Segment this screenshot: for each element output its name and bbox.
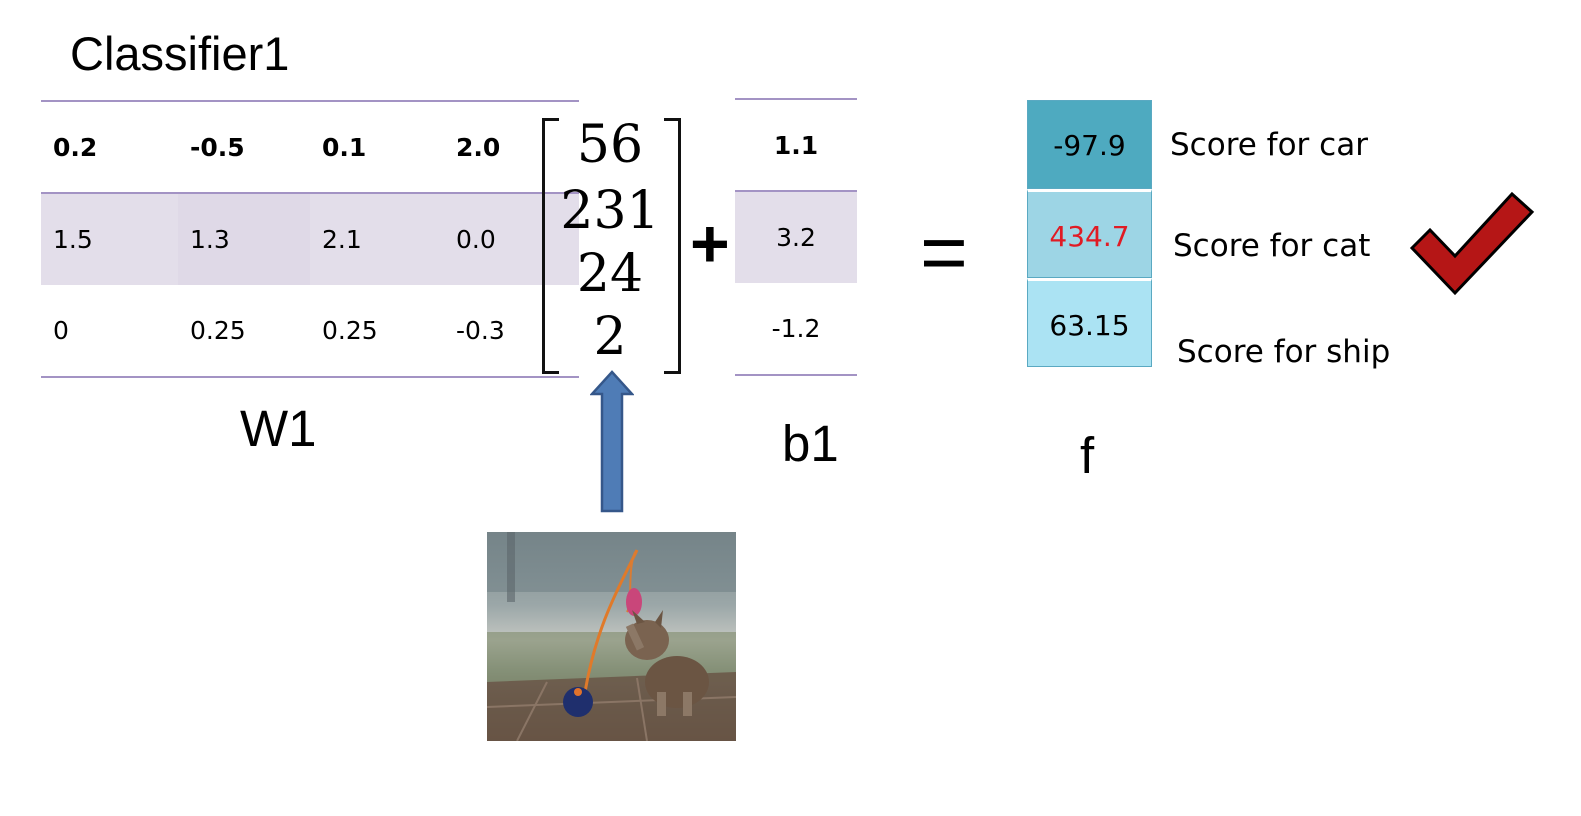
w1-row: 0 0.25 0.25 -0.3 — [41, 285, 579, 378]
b1-row: 1.1 — [735, 98, 857, 192]
input-vector: 56 231 24 2 — [560, 110, 660, 369]
w1-cell: 0 — [41, 285, 178, 378]
b1-cell: 3.2 — [735, 191, 857, 283]
b1-row: -1.2 — [735, 283, 857, 376]
up-arrow-icon — [590, 370, 634, 513]
equals-sign: = — [920, 207, 968, 298]
w1-cell: -0.5 — [178, 100, 310, 194]
vector-entry: 2 — [593, 307, 627, 367]
vector-entry: 231 — [560, 181, 660, 241]
score-cat-label: Score for cat — [1173, 228, 1371, 264]
w1-cell: 1.5 — [41, 193, 178, 285]
w1-cell: 2.1 — [310, 193, 444, 285]
w1-cell: 1.3 — [178, 193, 310, 285]
score-cat-cell: 434.7 — [1027, 189, 1152, 278]
w1-cell: 0.25 — [310, 285, 444, 378]
b1-cell: 1.1 — [735, 98, 857, 192]
score-ship-cell: 63.15 — [1027, 278, 1152, 367]
vector-right-bracket — [664, 118, 681, 374]
checkmark-icon — [1409, 191, 1535, 296]
vector-left-bracket — [542, 118, 559, 374]
b1-caption: b1 — [782, 415, 839, 472]
score-car-cell: -97.9 — [1027, 100, 1152, 189]
w1-cell: 0.25 — [178, 285, 310, 378]
w1-matrix: 0.2 -0.5 0.1 2.0 1.5 1.3 2.1 0.0 0 0.25 … — [41, 100, 579, 378]
w1-caption: W1 — [240, 400, 317, 457]
w1-cell: 0.1 — [310, 100, 444, 194]
w1-row: 0.2 -0.5 0.1 2.0 — [41, 100, 579, 194]
vector-entry: 56 — [576, 115, 644, 175]
kitten-photo — [487, 532, 736, 741]
w1-cell: 0.2 — [41, 100, 178, 194]
kitten-photo-illustration — [487, 532, 736, 741]
diagram-title: Classifier1 — [70, 27, 290, 80]
vector-entry: 24 — [576, 244, 644, 304]
b1-vector: 1.1 3.2 -1.2 — [735, 98, 857, 376]
b1-cell: -1.2 — [735, 283, 857, 376]
w1-row: 1.5 1.3 2.1 0.0 — [41, 193, 579, 285]
checkmark-shape — [1409, 191, 1535, 296]
up-arrow-shape — [590, 370, 634, 513]
score-ship-label: Score for ship — [1177, 334, 1391, 370]
f-caption: f — [1080, 427, 1095, 484]
score-car-label: Score for car — [1170, 127, 1368, 163]
plus-sign: + — [690, 206, 730, 282]
score-vector: -97.9 434.7 63.15 — [1027, 100, 1152, 367]
b1-row: 3.2 — [735, 191, 857, 283]
